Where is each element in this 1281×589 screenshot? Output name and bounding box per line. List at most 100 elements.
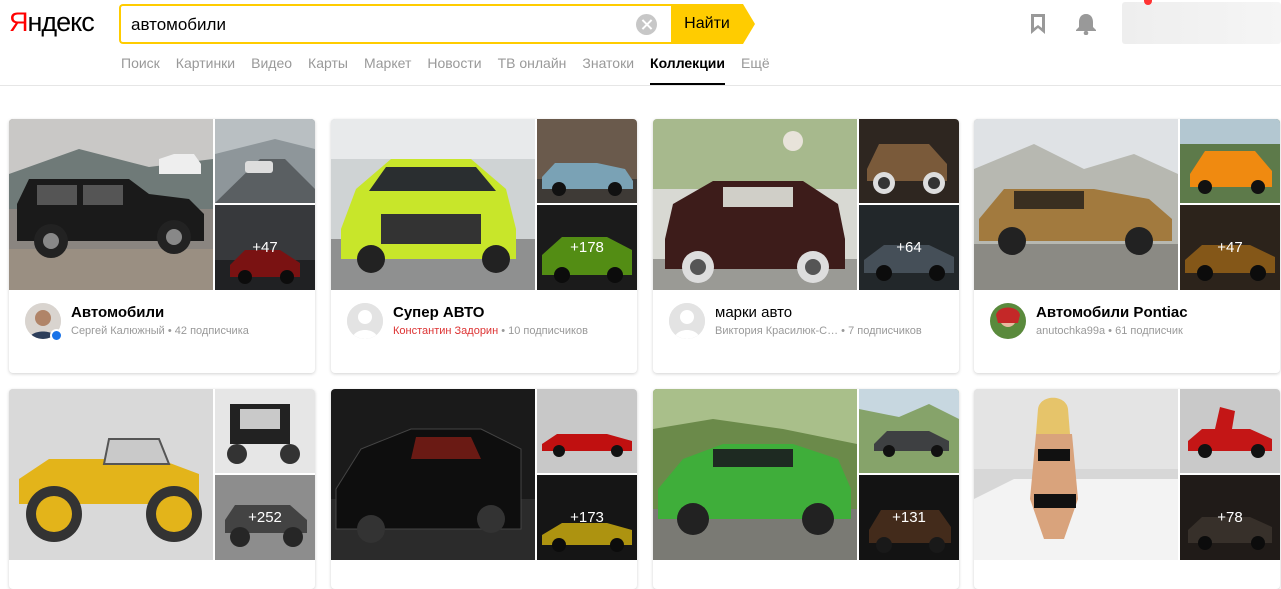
card-title[interactable]: марки авто [715,304,792,321]
avatar-photo [990,303,1026,339]
thumb-image[interactable]: +47 [215,205,315,290]
collection-card[interactable]: +47 Автомобили Сергей Калюжный • 42 подп… [9,119,315,373]
thumb-image[interactable] [1180,389,1280,473]
evo-image [331,119,535,290]
default-avatar-icon [347,303,383,339]
main-image[interactable] [9,119,213,290]
thumb-image[interactable]: +47 [1180,205,1280,290]
nav-market[interactable]: Маркет [364,55,411,85]
yandex-logo[interactable]: Яндекс [9,7,95,38]
card-title[interactable]: Супер АВТО [393,304,484,321]
service-nav: Поиск Картинки Видео Карты Маркет Новост… [121,55,786,85]
nav-video[interactable]: Видео [251,55,292,85]
nav-znatoki[interactable]: Знатоки [582,55,634,85]
more-count: +178 [537,205,637,290]
card-author[interactable]: Виктория Красилюк-С… [715,325,838,337]
thumb-image[interactable] [859,389,959,473]
collection-card[interactable]: +173 [331,389,637,589]
logo-rest: ндекс [27,7,95,37]
verified-badge-icon [50,329,63,342]
woman-car-image [974,389,1178,560]
find-button[interactable]: Найти [671,4,743,44]
main-image[interactable] [331,119,535,290]
collection-card[interactable]: +78 [974,389,1280,589]
vintage-car-image [653,119,857,290]
main-image[interactable] [331,389,535,560]
thumb-image[interactable]: +178 [537,205,637,290]
card-subscribers: 61 подписчик [1115,325,1183,337]
main-image[interactable] [9,389,213,560]
thumb-image[interactable] [215,119,315,203]
card-title[interactable]: Автомобили Pontiac [1036,304,1188,321]
orangecar-image [1180,119,1280,203]
black-porsche-image [331,389,535,560]
find-button-arrow [743,4,755,44]
card-meta: Сергей Калюжный • 42 подписчика [71,325,249,337]
yellow-oldtimer-image [9,389,213,560]
card-meta: anutochka99a • 61 подписчик [1036,325,1183,337]
nav-kartinki[interactable]: Картинки [176,55,235,85]
collection-card[interactable]: +47 Автомобили Pontiac anutochka99a • 61… [974,119,1280,373]
thumb-image[interactable]: +64 [859,205,959,290]
thumb-image[interactable]: +131 [859,475,959,560]
more-count: +47 [1180,205,1280,290]
more-count: +47 [215,205,315,290]
collection-card[interactable]: +252 [9,389,315,589]
default-avatar-icon [669,303,705,339]
nav-karty[interactable]: Карты [308,55,348,85]
bell-icon[interactable] [1075,13,1097,35]
thumb-image[interactable] [215,389,315,473]
search-bar: Найти [119,4,756,44]
nav-novosti[interactable]: Новости [427,55,481,85]
main-image[interactable] [653,119,857,290]
more-count: +131 [859,475,959,560]
clear-icon[interactable] [636,14,657,35]
nav-kollektsii[interactable]: Коллекции [650,55,726,85]
more-count: +64 [859,205,959,290]
search-box [119,4,671,44]
avatar[interactable] [347,303,383,339]
main-image[interactable] [653,389,857,560]
header: Яндекс Найти Поиск Картинки Видео Карты … [0,0,1281,86]
thumb-image[interactable]: +173 [537,475,637,560]
bookmark-icon[interactable] [1029,14,1047,34]
collection-card[interactable]: +131 [653,389,959,589]
carriage-car-image [215,389,315,473]
thumb-image[interactable] [537,389,637,473]
card-subscribers: 42 подписчика [174,325,249,337]
notification-dot [1144,0,1152,5]
collection-card[interactable]: +64 марки авто Виктория Красилюк-С… • 7 … [653,119,959,373]
card-title[interactable]: Автомобили [71,304,164,321]
mountain-road-image [859,389,959,473]
nav-eshche[interactable]: Ещё [741,55,770,85]
thumb-image[interactable]: +78 [1180,475,1280,560]
card-subscribers: 10 подписчиков [508,325,588,337]
card-author[interactable]: anutochka99a [1036,325,1105,337]
thumb-image[interactable] [859,119,959,203]
oldtimer-image [859,119,959,203]
nav-poisk[interactable]: Поиск [121,55,160,85]
card-author[interactable]: Константин Задорин [393,325,498,337]
card-meta: Константин Задорин • 10 подписчиков [393,325,588,337]
more-count: +78 [1180,475,1280,560]
nav-tv-online[interactable]: ТВ онлайн [498,55,567,85]
more-count: +173 [537,475,637,560]
red-sportscar-image [537,389,637,473]
more-count: +252 [215,475,315,560]
collection-card[interactable]: +178 Супер АВТО Константин Задорин • 10 … [331,119,637,373]
user-account[interactable] [1122,0,1281,44]
main-image[interactable] [974,389,1178,560]
card-author[interactable]: Сергей Калюжный [71,325,165,337]
card-subscribers: 7 подписчиков [848,325,922,337]
thumb-image[interactable] [1180,119,1280,203]
avatar[interactable] [990,303,1026,339]
card-meta: Виктория Красилюк-С… • 7 подписчиков [715,325,922,337]
thumb-image[interactable]: +252 [215,475,315,560]
logo-first-letter: Я [9,7,28,37]
thumb-image[interactable] [537,119,637,203]
suv-image [9,119,213,290]
road-image [215,119,315,203]
search-input[interactable] [131,14,631,36]
avatar[interactable] [669,303,705,339]
main-image[interactable] [974,119,1178,290]
